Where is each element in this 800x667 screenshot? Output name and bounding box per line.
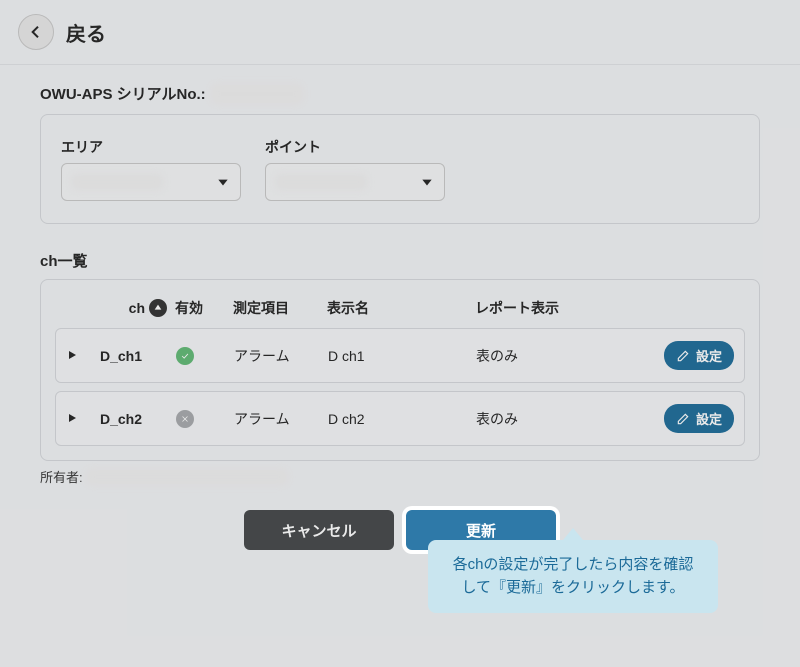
owner-label: 所有者: <box>40 467 83 486</box>
col-ch[interactable]: ch <box>99 299 167 317</box>
measurement-cell: アラーム <box>234 409 320 429</box>
display-name-cell: D ch2 <box>328 411 468 427</box>
ch-name: D_ch1 <box>100 348 168 364</box>
area-point-card: エリア ポイント <box>40 114 760 224</box>
area-label: エリア <box>61 137 241 157</box>
measurement-cell: アラーム <box>234 346 320 366</box>
owner-value-redacted <box>87 470 287 484</box>
settings-button[interactable]: 設定 <box>664 404 734 433</box>
caret-down-icon <box>420 175 434 189</box>
chevron-left-icon <box>28 24 44 40</box>
sort-asc-icon <box>149 299 167 317</box>
col-enabled: 有効 <box>175 298 225 318</box>
back-button[interactable] <box>18 14 54 50</box>
point-value-redacted <box>276 175 366 189</box>
header: 戻る <box>0 0 800 65</box>
serial-label: OWU-APS シリアルNo.: <box>40 83 206 104</box>
caret-down-icon <box>216 175 230 189</box>
cancel-button[interactable]: キャンセル <box>244 510 394 550</box>
enabled-cell <box>176 410 226 428</box>
settings-btn-label: 設定 <box>696 409 722 428</box>
area-value-redacted <box>72 175 162 189</box>
cross-icon <box>176 410 194 428</box>
tooltip-arrow <box>563 528 583 540</box>
area-select[interactable] <box>61 163 241 201</box>
expand-icon[interactable] <box>66 348 92 364</box>
tooltip-text: 各chの設定が完了したら内容を確認して『更新』をクリックします。 <box>428 540 718 613</box>
settings-btn-label: 設定 <box>696 346 722 365</box>
table-row: D_ch2 アラーム D ch2 表のみ 設定 <box>55 391 745 446</box>
serial-row: OWU-APS シリアルNo.: <box>40 83 760 104</box>
field-row: エリア ポイント <box>61 137 739 201</box>
area-field: エリア <box>61 137 241 201</box>
ch-list-title: ch一覧 <box>40 250 760 271</box>
ch-table: ch 有効 測定項目 表示名 レポート表示 D_ch1 アラーム D ch1 表… <box>40 279 760 461</box>
col-report: レポート表示 <box>475 298 615 318</box>
ch-name: D_ch2 <box>100 411 168 427</box>
content: OWU-APS シリアルNo.: エリア ポイント ch一覧 <box>0 65 800 568</box>
edit-icon <box>676 349 690 363</box>
edit-icon <box>676 412 690 426</box>
back-label: 戻る <box>66 18 106 47</box>
point-label: ポイント <box>265 137 445 157</box>
report-cell: 表のみ <box>476 409 616 429</box>
col-measurement: 測定項目 <box>233 298 319 318</box>
table-row: D_ch1 アラーム D ch1 表のみ 設定 <box>55 328 745 383</box>
tooltip: 各chの設定が完了したら内容を確認して『更新』をクリックします。 <box>428 528 718 613</box>
table-header: ch 有効 測定項目 表示名 レポート表示 <box>55 292 745 328</box>
serial-value-redacted <box>212 85 302 103</box>
settings-button[interactable]: 設定 <box>664 341 734 370</box>
point-field: ポイント <box>265 137 445 201</box>
enabled-cell <box>176 347 226 365</box>
report-cell: 表のみ <box>476 346 616 366</box>
expand-icon[interactable] <box>66 411 92 427</box>
check-icon <box>176 347 194 365</box>
point-select[interactable] <box>265 163 445 201</box>
col-display-name: 表示名 <box>327 298 467 318</box>
display-name-cell: D ch1 <box>328 348 468 364</box>
owner-row: 所有者: <box>40 467 760 486</box>
